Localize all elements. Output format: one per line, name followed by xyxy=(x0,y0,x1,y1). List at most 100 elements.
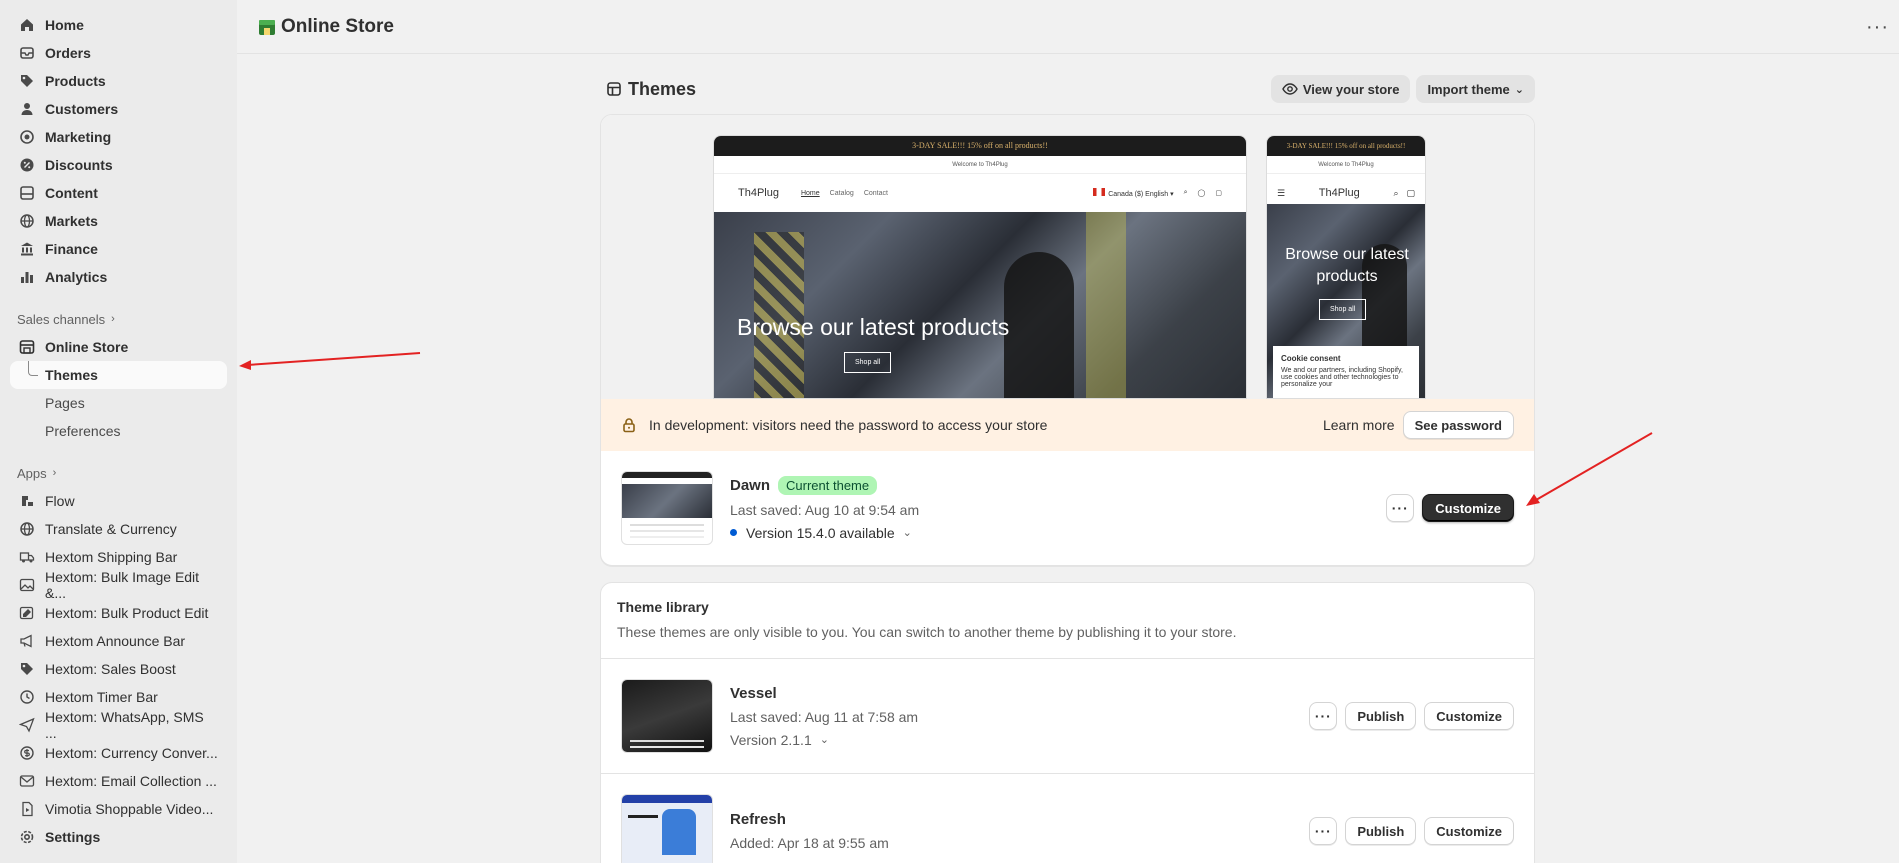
theme-thumbnail[interactable] xyxy=(621,794,713,863)
theme-more-button[interactable]: ··· xyxy=(1386,494,1415,522)
target-icon xyxy=(19,129,35,145)
sidebar-item-label: Hextom Timer Bar xyxy=(45,689,158,705)
sidebar-item-vimotia-shoppable-video[interactable]: Vimotia Shoppable Video... xyxy=(10,795,227,823)
sidebar-item-label: Hextom Announce Bar xyxy=(45,633,186,649)
theme-more-button[interactable]: ··· xyxy=(1309,702,1338,730)
sidebar-item-translate-currency[interactable]: Translate & Currency xyxy=(10,515,227,543)
store-nav: Th4Plug Home Catalog Contact Canada ($) … xyxy=(714,174,1246,212)
version-dropdown[interactable]: Version 2.1.1 ⌄ xyxy=(730,732,918,748)
theme-name: Refresh xyxy=(730,811,786,828)
store-link-catalog: Catalog xyxy=(829,189,854,197)
sidebar-item-orders[interactable]: Orders xyxy=(10,39,227,67)
version-dropdown[interactable]: Version 15.4.0 available ⌄ xyxy=(730,525,919,541)
development-text: In development: visitors need the passwo… xyxy=(649,417,1048,433)
sidebar-item-themes[interactable]: Themes xyxy=(10,361,227,389)
home-icon xyxy=(19,17,35,33)
sidebar-item-hextom-bulk-product-edit[interactable]: Hextom: Bulk Product Edit xyxy=(10,599,227,627)
import-theme-button[interactable]: Import theme ⌄ xyxy=(1416,75,1535,103)
sidebar-item-flow[interactable]: Flow xyxy=(10,487,227,515)
sidebar-item-finance[interactable]: Finance xyxy=(10,235,227,263)
chevron-down-icon: ⌄ xyxy=(902,527,912,539)
sidebar-item-label: Hextom Shipping Bar xyxy=(45,549,178,565)
sidebar-item-label: Markets xyxy=(45,213,98,229)
sidebar-item-label: Hextom: Bulk Product Edit xyxy=(45,605,209,621)
sidebar-item-hextom-whatsapp-sms[interactable]: Hextom: WhatsApp, SMS ... xyxy=(10,709,227,741)
currency-icon xyxy=(19,745,35,761)
send-icon xyxy=(19,717,35,733)
sidebar-item-label: Finance xyxy=(45,241,98,257)
sidebar-item-preferences[interactable]: Preferences xyxy=(10,417,227,445)
menu-icon: ☰ xyxy=(1277,187,1286,198)
sidebar-item-settings[interactable]: Settings xyxy=(10,823,227,851)
sidebar-item-label: Orders xyxy=(45,45,91,61)
sidebar-item-customers[interactable]: Customers xyxy=(10,95,227,123)
sidebar-item-label: Hextom: WhatsApp, SMS ... xyxy=(45,709,204,741)
sidebar-item-markets[interactable]: Markets xyxy=(10,207,227,235)
sales-channels-header[interactable]: Sales channels › xyxy=(10,305,227,333)
customize-button[interactable]: Customize xyxy=(1422,494,1514,522)
sidebar-item-analytics[interactable]: Analytics xyxy=(10,263,227,291)
lock-icon xyxy=(623,418,635,433)
store-link-contact: Contact xyxy=(863,189,888,197)
theme-more-button[interactable]: ··· xyxy=(1309,817,1338,845)
sidebar-item-content[interactable]: Content xyxy=(10,179,227,207)
sidebar-item-hextom-sales-boost[interactable]: Hextom: Sales Boost xyxy=(10,655,227,683)
store-nav-right: Canada ($) English ▾ ⌕ ◯ ▢ xyxy=(1093,188,1222,198)
sidebar-item-label: Hextom: Currency Conver... xyxy=(45,745,218,761)
sidebar-item-label: Hextom: Sales Boost xyxy=(45,661,176,677)
sidebar-item-hextom-timer-bar[interactable]: Hextom Timer Bar xyxy=(10,683,227,711)
welcome-bar: Welcome to Th4Plug xyxy=(1267,156,1425,174)
chevron-right-icon: › xyxy=(111,313,115,325)
hero-title: Browse our latest products xyxy=(737,314,1010,340)
sidebar-item-hextom-announce-bar[interactable]: Hextom Announce Bar xyxy=(10,627,227,655)
flow-icon xyxy=(19,493,35,509)
theme-preview[interactable]: 3-DAY SALE!!! 15% off on all products!! … xyxy=(601,115,1534,399)
more-actions-button[interactable]: ··· xyxy=(1866,16,1889,39)
sidebar-item-label: Settings xyxy=(45,829,101,845)
view-store-label: View your store xyxy=(1302,81,1400,97)
apps-header[interactable]: Apps › xyxy=(10,459,227,487)
tag-icon xyxy=(19,661,35,677)
sidebar-item-hextom-shipping-bar[interactable]: Hextom Shipping Bar xyxy=(10,543,227,571)
apps-label: Apps xyxy=(17,465,47,481)
globe-icon xyxy=(19,521,35,537)
edit-icon xyxy=(19,605,35,621)
theme-thumbnail[interactable] xyxy=(621,679,713,753)
sidebar-item-marketing[interactable]: Marketing xyxy=(10,123,227,151)
sidebar-item-label: Discounts xyxy=(45,157,113,173)
sidebar-item-products[interactable]: Products xyxy=(10,67,227,95)
see-password-button[interactable]: See password xyxy=(1402,411,1514,439)
view-store-button[interactable]: View your store xyxy=(1270,75,1411,103)
tag-icon xyxy=(19,73,35,89)
theme-thumbnail[interactable] xyxy=(621,471,713,545)
hero-banner: Browse our latest products Shop all Cook… xyxy=(1267,204,1425,398)
customize-button[interactable]: Customize xyxy=(1424,817,1514,845)
sidebar-item-discounts[interactable]: Discounts xyxy=(10,151,227,179)
customize-button[interactable]: Customize xyxy=(1424,702,1514,730)
learn-more-link[interactable]: Learn more xyxy=(1323,417,1395,433)
sidebar-item-online-store[interactable]: Online Store xyxy=(10,333,227,361)
orders-icon xyxy=(19,45,35,61)
current-theme-badge: Current theme xyxy=(778,475,878,495)
sidebar-item-hextom-currency-conver[interactable]: Hextom: Currency Conver... xyxy=(10,739,227,767)
bank-icon xyxy=(19,241,35,257)
sidebar-item-hextom-bulk-image-edit[interactable]: Hextom: Bulk Image Edit &... xyxy=(10,569,227,601)
sidebar-item-label: Customers xyxy=(45,101,119,117)
theme-library-card: Theme library These themes are only visi… xyxy=(600,582,1535,863)
chart-icon xyxy=(19,269,35,285)
welcome-bar: Welcome to Th4Plug xyxy=(714,156,1246,174)
cart-icon: ▢ xyxy=(1215,190,1222,197)
publish-button[interactable]: Publish xyxy=(1345,817,1417,845)
sidebar-item-label: Products xyxy=(45,73,106,89)
sidebar-item-label: Translate & Currency xyxy=(45,521,177,537)
sidebar-item-hextom-email-collection[interactable]: Hextom: Email Collection ... xyxy=(10,767,227,795)
hero-button: Shop all xyxy=(1319,299,1367,320)
publish-button[interactable]: Publish xyxy=(1345,702,1417,730)
hero-button: Shop all xyxy=(844,352,892,373)
sidebar-item-label: Home xyxy=(45,17,84,33)
sidebar-item-home[interactable]: Home xyxy=(10,11,227,39)
version-label: Version 2.1.1 xyxy=(730,731,812,748)
sidebar-item-label: Content xyxy=(45,185,98,201)
sidebar-item-label: Online Store xyxy=(45,339,129,355)
sidebar-item-pages[interactable]: Pages xyxy=(10,389,227,417)
